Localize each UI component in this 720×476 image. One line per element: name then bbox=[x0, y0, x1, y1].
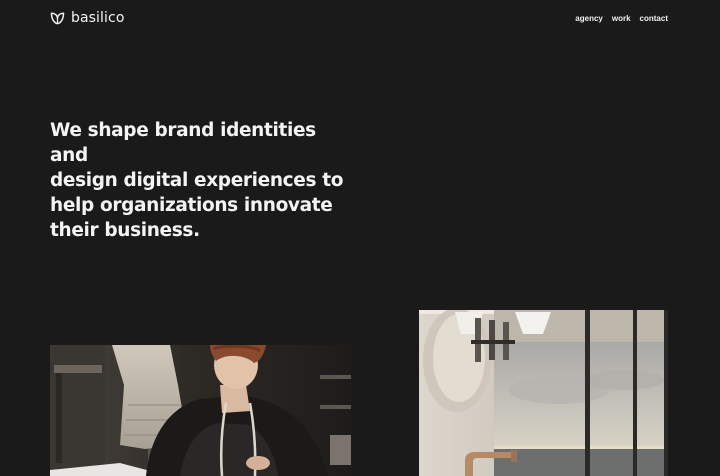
brand-logo-link[interactable]: basilico bbox=[50, 10, 125, 26]
studio-photo-illustration bbox=[50, 345, 351, 476]
nav-link-work[interactable]: work bbox=[612, 14, 631, 23]
interior-photo-illustration bbox=[419, 310, 668, 476]
nav-link-contact[interactable]: contact bbox=[640, 14, 668, 23]
project-image-studio[interactable] bbox=[50, 345, 351, 476]
hero-line: help organizations innovate bbox=[50, 195, 333, 216]
hero-line: their business. bbox=[50, 220, 200, 241]
hero-line: We shape brand identities and bbox=[50, 120, 316, 166]
main-nav: agency work contact bbox=[575, 14, 668, 23]
basil-leaf-logo-icon bbox=[50, 12, 65, 25]
nav-link-agency[interactable]: agency bbox=[575, 14, 603, 23]
hero-line: design digital experiences to bbox=[50, 170, 344, 191]
site-header: basilico agency work contact bbox=[50, 9, 668, 27]
page: basilico agency work contact We shape br… bbox=[0, 0, 720, 476]
project-image-interior[interactable] bbox=[419, 310, 668, 476]
brand-name: basilico bbox=[71, 10, 125, 26]
hero-heading: We shape brand identities and design dig… bbox=[50, 118, 350, 243]
